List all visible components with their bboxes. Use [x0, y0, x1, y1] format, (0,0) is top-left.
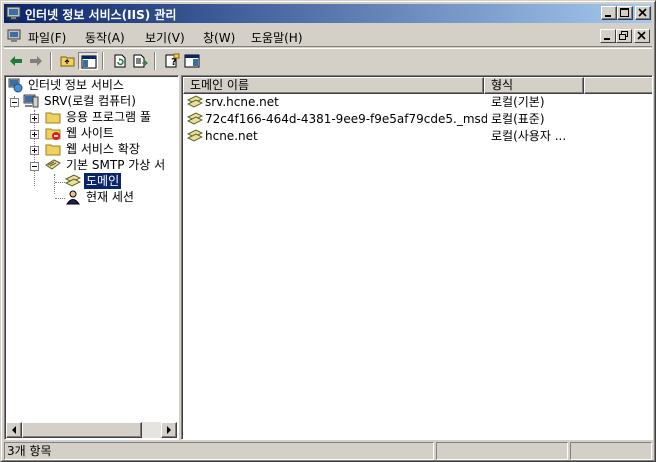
panel-view-icon — [184, 54, 200, 68]
back-button[interactable] — [6, 52, 26, 70]
app-window: 인터넷 정보 서비스(IIS) 관리 파일(F) 동작(A) 보기(V) 창(W… — [0, 0, 656, 462]
menu-bar: 파일(F) 동작(A) 보기(V) 창(W) 도움말(H) — [4, 25, 652, 47]
list-item[interactable]: 72c4f166-464d-4381-9ee9-f9e5af79cde5._ms… — [183, 111, 651, 128]
show-hide-tree-button[interactable] — [78, 52, 98, 70]
menu-window[interactable]: 창(W) — [203, 29, 235, 46]
status-panel — [570, 442, 652, 460]
properties-button[interactable]: ? — [162, 52, 182, 70]
toolbar: ? — [4, 48, 652, 72]
minimize-icon — [604, 38, 610, 40]
export-list-button[interactable] — [130, 52, 150, 70]
status-item-count: 3개 항목 — [4, 442, 434, 460]
column-header-empty[interactable] — [584, 77, 652, 94]
svg-text:?: ? — [171, 57, 177, 68]
tree-label: SRV(로컬 컴퓨터) — [44, 94, 136, 108]
iis-app-icon — [6, 6, 21, 20]
arrow-right-icon — [167, 426, 171, 434]
computer-icon — [23, 94, 39, 108]
expand-toggle[interactable] — [30, 146, 39, 155]
domain-icon — [65, 174, 81, 187]
tree-label-selected: 도메인 — [82, 172, 123, 190]
window-title: 인터넷 정보 서비스(IIS) 관리 — [25, 8, 177, 22]
collapse-toggle[interactable] — [30, 162, 39, 171]
forward-button[interactable] — [26, 52, 46, 70]
expand-toggle[interactable] — [30, 114, 39, 123]
status-panel — [436, 442, 568, 460]
back-arrow-icon — [10, 56, 22, 66]
tree-line — [54, 174, 55, 194]
domain-type-cell: 로컬(사용자 ... — [491, 129, 567, 143]
view-toggle-button[interactable] — [182, 52, 202, 70]
minimize-icon — [605, 15, 611, 17]
collapse-toggle[interactable] — [10, 98, 19, 107]
maximize-icon — [620, 8, 629, 17]
minimize-button[interactable] — [601, 6, 617, 20]
tree-label: 응용 프로그램 풀 — [66, 110, 151, 124]
list-item[interactable]: srv.hcne.net 로컬(기본) — [183, 94, 651, 111]
close-button[interactable] — [635, 6, 651, 20]
scroll-thumb[interactable] — [22, 422, 142, 438]
forward-arrow-icon — [30, 56, 42, 66]
refresh-icon — [114, 54, 126, 68]
scroll-left-button[interactable] — [6, 422, 22, 438]
up-level-button[interactable] — [58, 52, 78, 70]
column-header-domain-name[interactable]: 도메인 이름 — [183, 77, 484, 94]
domain-type-cell: 로컬(기본) — [491, 95, 545, 109]
toolbar-separator — [154, 52, 156, 70]
domain-name-cell: srv.hcne.net — [205, 95, 279, 109]
child-minimize-button[interactable] — [600, 29, 616, 43]
folder-up-icon — [60, 56, 75, 67]
folder-stopped-icon — [45, 128, 61, 140]
export-list-icon — [133, 54, 148, 68]
refresh-button[interactable] — [110, 52, 130, 70]
domain-name-cell: hcne.net — [205, 129, 258, 143]
column-header-type[interactable]: 형식 — [484, 77, 584, 94]
tree-label: 인터넷 정보 서비스 — [28, 78, 124, 92]
domain-type-cell: 로컬(표준) — [491, 112, 545, 126]
menu-help[interactable]: 도움말(H) — [251, 29, 303, 46]
list-item[interactable]: hcne.net 로컬(사용자 ... — [183, 128, 651, 145]
menu-view[interactable]: 보기(V) — [145, 29, 185, 46]
smtp-icon — [45, 159, 61, 170]
toolbar-separator — [102, 52, 104, 70]
domain-icon — [187, 95, 203, 108]
tree-line — [55, 198, 65, 199]
maximize-button[interactable] — [617, 6, 633, 20]
close-icon — [638, 8, 647, 17]
arrow-left-icon — [12, 426, 16, 434]
tree-pane[interactable]: 인터넷 정보 서비스 SRV(로컬 컴퓨터) 응용 프로그램 풀 웹 사이트 웹… — [4, 75, 179, 440]
domain-icon — [187, 129, 203, 142]
child-restore-button[interactable] — [616, 29, 632, 43]
folder-icon — [45, 112, 61, 124]
tree-toggle-icon — [81, 55, 97, 69]
help-properties-icon: ? — [165, 53, 180, 68]
title-bar[interactable]: 인터넷 정보 서비스(IIS) 관리 — [4, 4, 652, 23]
tree-label: 현재 세션 — [86, 190, 134, 204]
menu-action[interactable]: 동작(A) — [85, 29, 125, 46]
close-icon — [637, 31, 646, 40]
session-user-icon — [66, 190, 80, 205]
tree-line — [55, 182, 65, 183]
list-pane[interactable]: 도메인 이름 형식 srv.hcne.net 로컬(기본) 72c4f166-4… — [181, 75, 653, 440]
status-bar: 3개 항목 — [4, 442, 652, 460]
tree-label: 기본 SMTP 가상 서 — [66, 158, 166, 172]
tree-horizontal-scrollbar[interactable] — [6, 422, 177, 438]
iis-icon — [8, 78, 23, 93]
toolbar-separator — [50, 52, 52, 70]
console-menu-icon[interactable] — [7, 28, 23, 44]
scroll-right-button[interactable] — [161, 422, 177, 438]
restore-icon — [619, 31, 628, 40]
domain-name-cell: 72c4f166-464d-4381-9ee9-f9e5af79cde5._ms… — [205, 112, 487, 126]
menu-file[interactable]: 파일(F) — [28, 29, 66, 46]
folder-icon — [45, 144, 61, 156]
domain-icon — [187, 112, 203, 125]
expand-toggle[interactable] — [30, 130, 39, 139]
tree-label: 웹 서비스 확장 — [66, 142, 140, 156]
tree-label: 웹 사이트 — [66, 126, 114, 140]
child-close-button[interactable] — [634, 29, 650, 43]
